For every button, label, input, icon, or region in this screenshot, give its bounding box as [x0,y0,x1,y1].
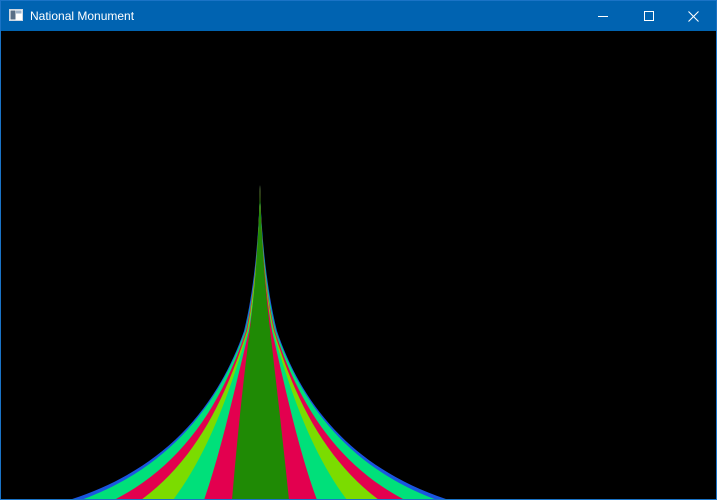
window-app-icon[interactable] [9,9,23,21]
canvas-background [1,31,716,499]
minimize-button[interactable] [580,1,626,31]
close-icon [687,10,699,22]
maximize-icon [644,11,654,21]
app-window: National Monument [0,0,717,500]
render-canvas[interactable] [1,31,716,499]
monument-scene [1,31,716,499]
title-bar[interactable]: National Monument [1,1,716,31]
close-button[interactable] [670,1,716,31]
minimize-icon [598,16,608,17]
window-title: National Monument [30,9,135,23]
maximize-button[interactable] [626,1,672,31]
